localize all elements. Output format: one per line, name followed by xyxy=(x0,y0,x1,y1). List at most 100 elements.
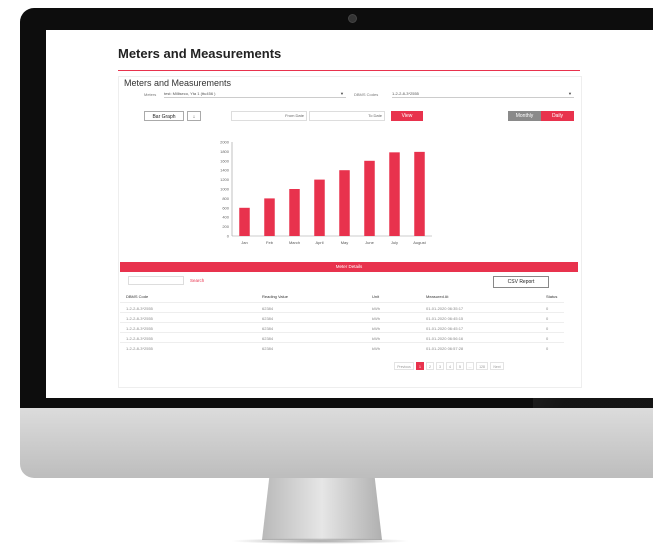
monitor-stand xyxy=(262,478,382,540)
page-button[interactable]: 4 xyxy=(446,362,454,370)
bar xyxy=(314,179,325,236)
from-date-label: From Date xyxy=(285,113,304,118)
y-tick-label: 1400 xyxy=(220,168,230,173)
from-date-input[interactable]: From Date xyxy=(231,111,307,121)
monitor-chin xyxy=(20,408,653,478)
y-tick-label: 1800 xyxy=(220,149,230,154)
table-cell: kWh xyxy=(372,316,380,321)
webcam-icon xyxy=(348,14,357,23)
column-header: Unit xyxy=(372,294,380,299)
table-cell: 0 xyxy=(546,326,549,331)
table-cell: 01-01-2020 06:35:17 xyxy=(426,306,464,311)
x-tick-label: May xyxy=(341,240,349,245)
table-cell: kWh xyxy=(372,346,380,351)
x-tick-label: Feb xyxy=(266,240,274,245)
dbms-select[interactable]: 1-2-2-8-3*2555 ▼ xyxy=(392,90,574,98)
table-cell: 62384 xyxy=(262,316,274,321)
table-cell: 01-01-2020 06:45:15 xyxy=(426,316,464,321)
bar xyxy=(289,189,300,236)
table-row: 1-2-2-8-3*2555 62384 kWh 01-01-2020 06:45:1… xyxy=(120,312,564,322)
table-cell: 62384 xyxy=(262,306,274,311)
x-tick-label: August xyxy=(413,240,426,245)
table-row: 1-2-2-8-3*2555 62384 kWh 01-01-2020 06:35:1… xyxy=(120,302,564,312)
table-cell: 0 xyxy=(546,316,549,321)
column-header: Status xyxy=(546,294,558,299)
meter-select[interactable]: test: Milliseco, Yta 1 (ttu456 ) ▼ xyxy=(164,90,346,98)
stand-shadow xyxy=(230,538,410,544)
column-header: Measured At xyxy=(426,294,449,299)
page-button[interactable]: 5 xyxy=(456,362,464,370)
search-input[interactable] xyxy=(128,276,184,285)
table-cell: 0 xyxy=(546,306,549,311)
table-cell: 1-2-2-8-3*2555 xyxy=(126,306,153,311)
daily-button[interactable]: Daily xyxy=(541,111,574,121)
column-header: DBMS Code xyxy=(126,294,149,299)
table-cell: 1-2-2-8-3*2555 xyxy=(126,326,153,331)
y-tick-label: 1200 xyxy=(220,177,230,182)
page-button[interactable]: ... xyxy=(466,362,474,370)
page-button[interactable]: Previous xyxy=(394,362,414,370)
page-button[interactable]: 128 xyxy=(476,362,488,370)
table-cell: 62384 xyxy=(262,336,274,341)
table-row: 1-2-2-8-3*2555 62384 kWh 01-01-2020 06:57:2… xyxy=(120,342,564,352)
x-tick-label: Jan xyxy=(241,240,247,245)
y-tick-label: 2000 xyxy=(220,140,230,145)
table-cell: kWh xyxy=(372,336,380,341)
y-tick-label: 0 xyxy=(227,234,230,239)
page-button[interactable]: 2 xyxy=(426,362,434,370)
table-cell: kWh xyxy=(372,326,380,331)
bar xyxy=(389,152,400,236)
table-cell: 1-2-2-8-3*2555 xyxy=(126,316,153,321)
y-tick-label: 400 xyxy=(222,215,229,220)
y-tick-label: 200 xyxy=(222,224,229,229)
table-cell: 1-2-2-8-3*2555 xyxy=(126,336,153,341)
chevron-down-icon: ▼ xyxy=(340,91,344,96)
y-tick-label: 1000 xyxy=(220,187,230,192)
to-date-input[interactable]: To Date xyxy=(309,111,385,121)
page-title: Meters and Measurements xyxy=(118,46,282,61)
bar-chart: 0 200 400 600 800 1000 1200 1400 1600 1800 2000 Jan… xyxy=(220,140,432,245)
app-screen: Meters and Measurements Meters and Measu… xyxy=(46,30,653,398)
to-date-label: To Date xyxy=(368,113,382,118)
table-cell: 62384 xyxy=(262,346,274,351)
page-button[interactable]: 1 xyxy=(416,362,424,370)
x-tick-label: June xyxy=(365,240,374,245)
view-button[interactable]: View xyxy=(391,111,423,121)
table-row: 1-2-2-8-3*2555 62384 kWh 01-01-2020 06:56:1… xyxy=(120,332,564,342)
dbms-select-value: 1-2-2-8-3*2555 xyxy=(392,91,419,96)
x-tick-label: April xyxy=(315,240,323,245)
y-tick-label: 600 xyxy=(222,205,229,210)
search-label: Search xyxy=(190,278,205,283)
bar xyxy=(414,151,425,236)
table-cell: 0 xyxy=(546,336,549,341)
csv-report-button[interactable]: CSV Report xyxy=(493,276,549,288)
title-divider xyxy=(118,70,580,71)
table-cell: 01-01-2020 06:57:28 xyxy=(426,346,464,351)
monthly-button[interactable]: Monthly xyxy=(508,111,541,121)
x-tick-label: March xyxy=(289,240,300,245)
column-header: Reading Value xyxy=(262,294,288,299)
y-tick-label: 800 xyxy=(222,196,229,201)
table-cell: 01-01-2020 06:45:17 xyxy=(426,326,464,331)
meter-select-value: test: Milliseco, Yta 1 (ttu456 ) xyxy=(164,91,216,96)
table-row: 1-2-2-8-3*2555 62384 kWh 01-01-2020 06:45:1… xyxy=(120,322,564,332)
table-cell: 62384 xyxy=(262,326,274,331)
download-icon[interactable]: ↓ xyxy=(187,111,201,121)
page-button[interactable]: Next xyxy=(490,362,504,370)
table-cell: kWh xyxy=(372,306,380,311)
table-cell: 01-01-2020 06:56:16 xyxy=(426,336,464,341)
table-header-bar: Meter Details xyxy=(120,262,578,272)
panel-title: Meters and Measurements xyxy=(124,78,232,88)
dbms-label: DBMS Codes xyxy=(354,92,379,97)
y-tick-label: 1600 xyxy=(220,158,230,163)
table-cell: 1-2-2-8-3*2555 xyxy=(126,346,153,351)
bar xyxy=(239,207,250,236)
chevron-down-icon: ▼ xyxy=(568,91,572,96)
x-tick-label: July xyxy=(391,240,398,245)
meter-label: Meters xyxy=(144,92,157,97)
bar xyxy=(339,170,350,236)
bar xyxy=(364,160,375,236)
page-button[interactable]: 3 xyxy=(436,362,444,370)
bar xyxy=(264,198,275,236)
graph-type-button[interactable]: Bar Graph xyxy=(144,111,184,121)
